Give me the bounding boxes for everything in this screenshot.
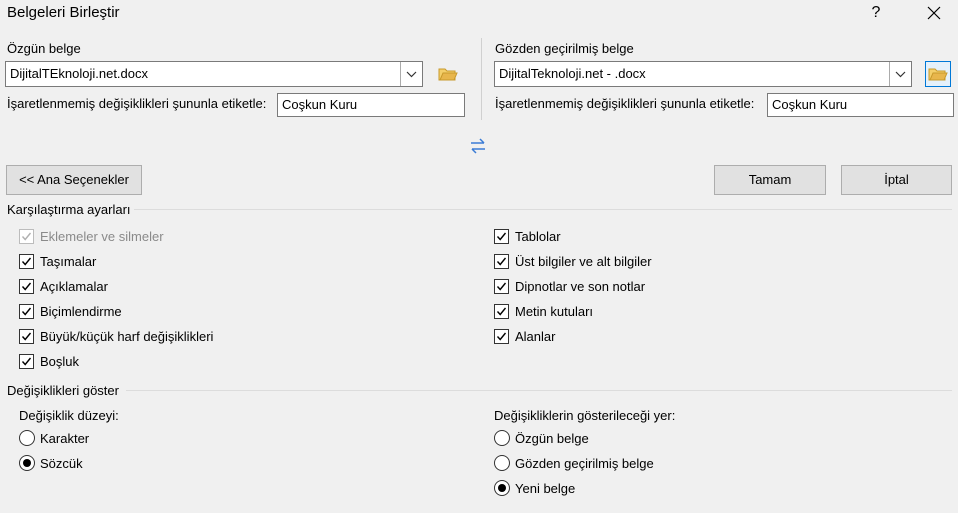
revised-label-input[interactable]: Coşkun Kuru [767,93,954,117]
checkbox-dipnotlar-ve-son-notlar[interactable]: Dipnotlar ve son notlar [494,277,652,295]
checkbox-label: Eklemeler ve silmeler [40,228,164,244]
checkbox-alanlar[interactable]: Alanlar [494,327,652,345]
checkbox-label: Açıklamalar [40,278,108,294]
checkbox-metin-kutulari[interactable]: Metin kutuları [494,302,652,320]
less-options-button[interactable]: << Ana Seçenekler [6,165,142,195]
chevron-down-icon [895,71,906,77]
checkmark-icon [496,332,507,341]
checkbox-box[interactable] [19,353,34,369]
checkbox-box[interactable] [19,278,34,294]
checkbox-box[interactable] [494,228,509,244]
radio-label: Gözden geçirilmiş belge [515,455,654,471]
revised-doc-dropdown[interactable] [889,62,911,86]
checkmark-icon [21,307,32,316]
checkbox-label: Dipnotlar ve son notlar [515,278,646,294]
chevron-down-icon [406,71,417,77]
original-doc-combo[interactable]: DijitalTEknoloji.net.docx [5,61,423,87]
show-where-options: Özgün belge Gözden geçirilmiş belge Yeni b… [494,429,654,504]
checkbox-box[interactable] [494,253,509,269]
comparison-right-column: Tablolar Üst bilgiler ve alt bilgiler Dipn… [494,227,652,352]
checkmark-icon [21,357,32,366]
checkbox-tasimalar[interactable]: Taşımalar [19,252,213,270]
checkbox-box[interactable] [19,328,34,344]
radio-yeni-belge[interactable]: Yeni belge [494,479,654,497]
revised-label-caption: İşaretlenmemiş değişiklikleri şununla et… [495,96,755,111]
swap-documents-button[interactable] [468,137,488,155]
checkbox-label: Üst bilgiler ve alt bilgiler [515,253,652,269]
radio-ozgun-belge[interactable]: Özgün belge [494,429,654,447]
checkbox-label: Boşluk [40,353,80,369]
radio-sozcuk[interactable]: Sözcük [19,454,89,472]
original-browse-button[interactable] [435,61,461,87]
original-label-input[interactable]: Coşkun Kuru [277,93,465,117]
checkmark-icon [496,257,507,266]
checkbox-bicimlendirme[interactable]: Biçimlendirme [19,302,213,320]
checkbox-tablolar[interactable]: Tablolar [494,227,652,245]
checkbox-box[interactable] [19,253,34,269]
checkbox-bosluk[interactable]: Boşluk [19,352,213,370]
show-where-title: Değişikliklerin gösterileceği yer: [494,408,676,423]
original-doc-dropdown[interactable] [400,62,422,86]
checkbox-label: Taşımalar [40,253,97,269]
checkbox-box [19,228,34,244]
show-changes-title: Değişiklikleri göster [7,383,119,398]
ok-button[interactable]: Tamam [714,165,826,195]
checkbox-label: Metin kutuları [515,303,594,319]
radio-circle[interactable] [494,480,510,496]
radio-label: Karakter [40,430,90,446]
original-label-caption: İşaretlenmemiş değişiklikleri şununla et… [7,96,267,111]
revised-doc-file: DijitalTeknoloji.net - .docx [499,66,646,81]
radio-gozden-gecirilmis-belge[interactable]: Gözden geçirilmiş belge [494,454,654,472]
checkbox-aciklamalar[interactable]: Açıklamalar [19,277,213,295]
folder-open-icon [438,68,458,81]
original-doc-file: DijitalTEknoloji.net.docx [10,66,149,81]
checkmark-icon [21,232,32,241]
checkbox-box[interactable] [494,278,509,294]
folder-open-icon [928,68,948,81]
revised-doc-combo[interactable]: DijitalTeknoloji.net - .docx [494,61,912,87]
checkbox-label: Biçimlendirme [40,303,122,319]
radio-karakter[interactable]: Karakter [19,429,89,447]
revised-browse-button[interactable] [925,61,951,87]
original-doc-heading: Özgün belge [7,41,81,56]
column-divider [481,38,482,120]
close-icon [927,6,941,20]
checkbox-box[interactable] [19,303,34,319]
comparison-settings-title: Karşılaştırma ayarları [7,202,131,217]
radio-circle[interactable] [19,430,35,446]
radio-circle[interactable] [19,455,35,471]
checkbox-label: Alanlar [515,328,556,344]
show-changes-divider [126,390,952,391]
checkbox-box[interactable] [494,303,509,319]
checkbox-label: Büyük/küçük harf değişiklikleri [40,328,214,344]
checkmark-icon [496,307,507,316]
comparison-divider [134,209,952,210]
window-title: Belgeleri Birleştir [7,4,120,21]
swap-arrows-icon [471,138,485,154]
checkmark-icon [496,282,507,291]
help-button[interactable]: ? [866,2,886,24]
change-level-options: Karakter Sözcük [19,429,89,479]
checkbox-eklemeler-ve-silmeler: Eklemeler ve silmeler [19,227,213,245]
checkmark-icon [496,232,507,241]
checkmark-icon [21,332,32,341]
checkbox-ust-bilgiler-ve-alt-bilgiler[interactable]: Üst bilgiler ve alt bilgiler [494,252,652,270]
radio-label: Sözcük [40,455,83,471]
checkbox-label: Tablolar [515,228,561,244]
cancel-button[interactable]: İptal [841,165,952,195]
checkmark-icon [21,257,32,266]
comparison-left-column: Eklemeler ve silmeler Taşımalar Açıklamala… [19,227,213,377]
checkmark-icon [21,282,32,291]
radio-label: Özgün belge [515,430,589,446]
radio-circle[interactable] [494,455,510,471]
close-button[interactable] [922,2,946,24]
checkbox-box[interactable] [494,328,509,344]
radio-label: Yeni belge [515,480,576,496]
revised-doc-heading: Gözden geçirilmiş belge [495,41,634,56]
change-level-title: Değişiklik düzeyi: [19,408,119,423]
checkbox-buyuk-kucuk-harf-degisiklikleri[interactable]: Büyük/küçük harf değişiklikleri [19,327,213,345]
radio-circle[interactable] [494,430,510,446]
